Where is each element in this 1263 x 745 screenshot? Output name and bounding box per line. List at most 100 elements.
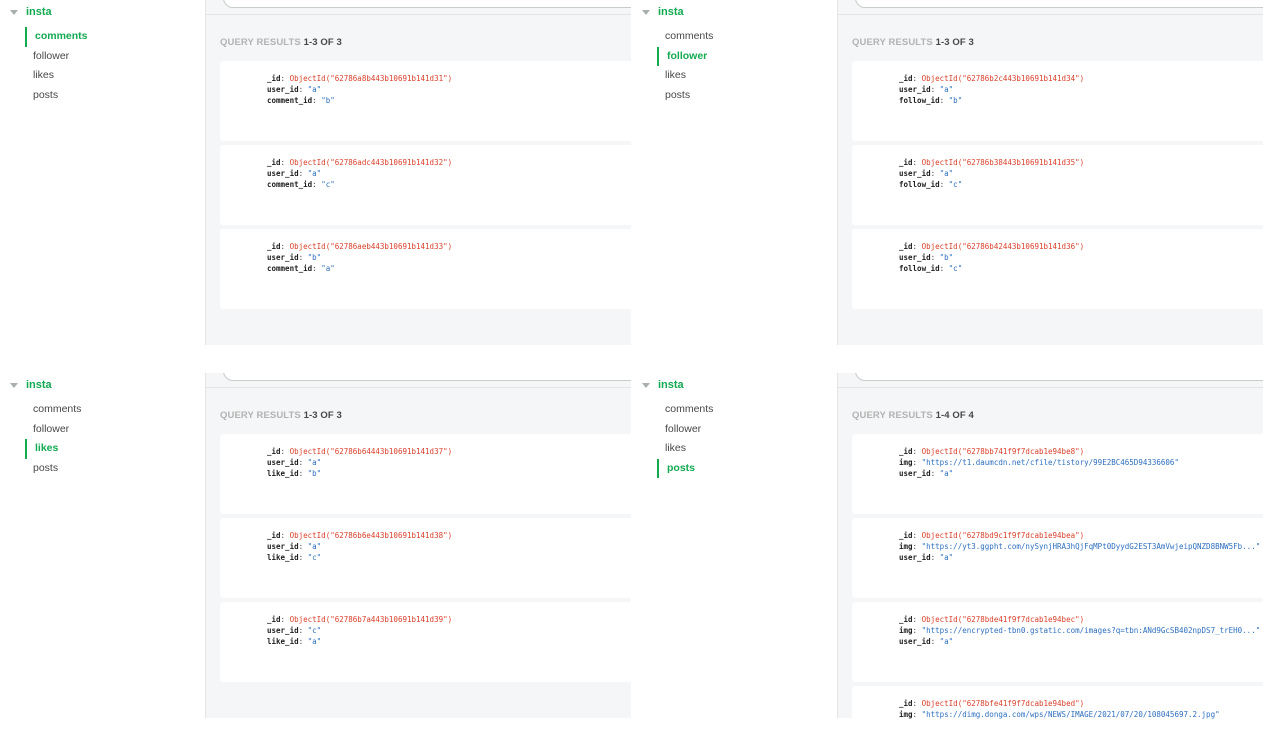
sidebar-item-posts[interactable]: posts (657, 458, 713, 479)
database-row[interactable]: insta (10, 377, 52, 393)
objectid-suffix: ) (1079, 74, 1085, 83)
document-card[interactable]: _id: ObjectId("6278bd9c1f9f7dcab1e94bea"… (852, 518, 1263, 598)
database-row[interactable]: insta (10, 4, 52, 20)
field-row: img: "https://yt3.ggpht.com/nySynjHRA3hQ… (899, 542, 1261, 552)
database-name: insta (658, 6, 684, 18)
filter-input[interactable] (855, 0, 1263, 8)
caret-down-icon[interactable] (642, 382, 650, 388)
sidebar-item-follower[interactable]: follower (657, 46, 713, 67)
field-value: "c" (948, 180, 963, 190)
field-value: "https://t1.daumcdn.net/cfile/tistory/99… (921, 458, 1179, 468)
sidebar-item-follower[interactable]: follower (657, 420, 713, 440)
field-key: user_id (899, 169, 931, 179)
caret-down-icon[interactable] (642, 9, 650, 15)
sidebar-item-follower[interactable]: follower (25, 420, 81, 440)
field-key: follow_id (899, 96, 940, 106)
compass-panel: insta comments follower likes posts QUERY RES… (632, 0, 1263, 372)
document-card[interactable]: _id: ObjectId("6278bde41f9f7dcab1e94bec"… (852, 602, 1263, 682)
sidebar-item-comments[interactable]: comments (657, 400, 713, 420)
objectid-suffix: ) (1079, 158, 1085, 167)
field-key: comment_id (267, 96, 313, 106)
field-value: "6278bfe41f9f7dcab1e94bed" (962, 699, 1080, 708)
compass-panel: insta comments follower likes posts QUERY RES… (0, 373, 631, 745)
sidebar-item-likes[interactable]: likes (657, 66, 713, 86)
document-card[interactable]: _id: ObjectId("62786aeb443b10691b141d33"… (220, 229, 631, 309)
document-card[interactable]: _id: ObjectId("62786b2c443b10691b141d34"… (852, 61, 1263, 141)
toolbar-divider (206, 14, 631, 15)
field-row: user_id: "a" (267, 169, 322, 179)
field-key: comment_id (267, 264, 313, 274)
sidebar-item-comments[interactable]: comments (25, 27, 88, 47)
field-value: "a" (307, 637, 322, 647)
field-value: "62786b42443b10691b141d36" (962, 242, 1080, 251)
sidebar-item-likes[interactable]: likes (25, 66, 88, 86)
field-row: _id: ObjectId("62786b42443b10691b141d36"… (899, 242, 1085, 251)
document-card[interactable]: _id: ObjectId("62786b42443b10691b141d36"… (852, 229, 1263, 309)
field-row: like_id: "a" (267, 637, 322, 647)
sidebar-item-posts[interactable]: posts (25, 86, 88, 106)
field-value: "62786b64443b10691b141d37" (330, 447, 448, 456)
objectid-suffix: ) (447, 615, 453, 624)
field-value: "62786b6e443b10691b141d38" (330, 531, 448, 540)
sidebar-item-follower[interactable]: follower (25, 47, 88, 67)
field-value: "b" (321, 96, 335, 106)
field-key: user_id (899, 553, 931, 563)
document-card[interactable]: _id: ObjectId("62786adc443b10691b141d32"… (220, 145, 631, 225)
field-key: user_id (267, 169, 299, 179)
field-key: _id (899, 699, 913, 708)
field-value: "62786adc443b10691b141d32" (330, 158, 448, 167)
field-key: user_id (267, 542, 299, 552)
field-row: _id: ObjectId("62786b2c443b10691b141d34"… (899, 74, 1085, 83)
sidebar-item-likes[interactable]: likes (657, 439, 713, 459)
field-key: user_id (267, 253, 299, 263)
document-card[interactable]: _id: ObjectId("6278bfe41f9f7dcab1e94bed"… (852, 686, 1263, 745)
caret-down-icon[interactable] (10, 9, 18, 15)
objectid-prefix: ObjectId( (921, 242, 963, 251)
toolbar-divider (206, 387, 631, 388)
field-value: "a" (307, 542, 322, 552)
field-row: comment_id: "b" (267, 96, 335, 106)
field-key: _id (267, 531, 281, 540)
field-row: _id: ObjectId("62786b6e443b10691b141d38"… (267, 531, 453, 540)
results-count: 1-3 OF 3 (935, 37, 974, 48)
sidebar-item-comments[interactable]: comments (25, 400, 81, 420)
database-row[interactable]: insta (642, 4, 684, 20)
field-row: follow_id: "b" (899, 96, 963, 106)
field-key: user_id (267, 626, 299, 636)
field-row: like_id: "c" (267, 553, 322, 563)
field-key: _id (267, 615, 281, 624)
field-key: comment_id (267, 180, 313, 190)
document-card[interactable]: _id: ObjectId("62786b6e443b10691b141d38"… (220, 518, 631, 598)
field-value: "b" (307, 253, 322, 263)
sidebar-item-posts[interactable]: posts (25, 459, 81, 479)
query-results-header: QUERY RESULTS 1-4 OF 4 (852, 410, 974, 421)
objectid-prefix: ObjectId( (921, 158, 963, 167)
document-card[interactable]: _id: ObjectId("62786b64443b10691b141d37"… (220, 434, 631, 514)
field-row: _id: ObjectId("62786a8b443b10691b141d31"… (267, 74, 453, 83)
field-key: like_id (267, 469, 299, 479)
field-row: img: "https://dimg.donga.com/wps/NEWS/IM… (899, 710, 1220, 720)
field-row: user_id: "a" (899, 553, 954, 563)
results-label: QUERY RESULTS (220, 410, 301, 421)
field-key: user_id (899, 253, 931, 263)
sidebar: insta comments follower likes posts (0, 373, 206, 718)
field-key: img (899, 710, 913, 720)
results-label: QUERY RESULTS (220, 37, 301, 48)
field-value: "https://encrypted-tbn0.gstatic.com/imag… (921, 626, 1261, 636)
document-card[interactable]: _id: ObjectId("62786b38443b10691b141d35"… (852, 145, 1263, 225)
caret-down-icon[interactable] (10, 382, 18, 388)
objectid-suffix: ) (447, 74, 453, 83)
sidebar-item-posts[interactable]: posts (657, 86, 713, 106)
filter-input[interactable] (223, 0, 631, 8)
sidebar-item-likes[interactable]: likes (25, 439, 81, 459)
filter-input[interactable] (855, 373, 1263, 381)
filter-input[interactable] (223, 373, 631, 381)
document-card[interactable]: _id: ObjectId("62786b7a443b10691b141d39"… (220, 602, 631, 682)
results-label: QUERY RESULTS (852, 410, 933, 421)
sidebar-item-comments[interactable]: comments (657, 27, 713, 47)
field-value: "a" (939, 85, 954, 95)
document-card[interactable]: _id: ObjectId("62786a8b443b10691b141d31"… (220, 61, 631, 141)
field-key: _id (899, 531, 913, 540)
document-card[interactable]: _id: ObjectId("6278bb741f9f7dcab1e94be8"… (852, 434, 1263, 514)
database-row[interactable]: insta (642, 377, 684, 393)
